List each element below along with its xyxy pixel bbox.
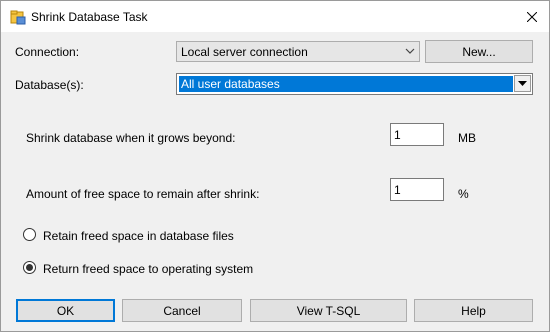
return-space-label[interactable]: Return freed space to operating system [43, 262, 253, 276]
radio-selected-dot [26, 264, 33, 271]
databases-dropdown-button[interactable] [514, 75, 531, 92]
window-title: Shrink Database Task [31, 10, 148, 24]
free-space-input[interactable]: 1 [390, 178, 444, 201]
connection-label: Connection: [15, 45, 80, 59]
retain-space-label[interactable]: Retain freed space in database files [43, 229, 234, 243]
close-icon [527, 11, 537, 22]
retain-space-radio[interactable] [23, 228, 36, 241]
databases-value: All user databases [181, 77, 280, 91]
cancel-button[interactable]: Cancel [122, 299, 242, 322]
return-space-radio[interactable] [23, 261, 36, 274]
databases-label: Database(s): [15, 78, 84, 92]
shrink-threshold-input[interactable]: 1 [390, 123, 444, 146]
free-space-unit: % [458, 187, 469, 201]
title-bar: Shrink Database Task [1, 1, 549, 32]
shrink-threshold-unit: MB [458, 131, 476, 145]
close-button[interactable] [515, 1, 549, 32]
databases-select[interactable]: All user databases [176, 73, 533, 95]
databases-selection: All user databases [179, 76, 513, 92]
task-icon [10, 10, 26, 25]
view-tsql-button[interactable]: View T-SQL [250, 299, 407, 322]
ok-button[interactable]: OK [16, 299, 115, 322]
help-button[interactable]: Help [414, 299, 533, 322]
chevron-down-icon [405, 48, 415, 54]
shrink-threshold-label: Shrink database when it grows beyond: [26, 131, 236, 145]
free-space-label: Amount of free space to remain after shr… [26, 187, 260, 201]
chevron-down-icon [518, 80, 527, 86]
connection-select[interactable]: Local server connection [176, 41, 420, 62]
new-connection-button[interactable]: New... [425, 40, 533, 63]
connection-value: Local server connection [181, 45, 308, 59]
shrink-database-dialog: Shrink Database Task Connection: Local s… [0, 0, 550, 332]
